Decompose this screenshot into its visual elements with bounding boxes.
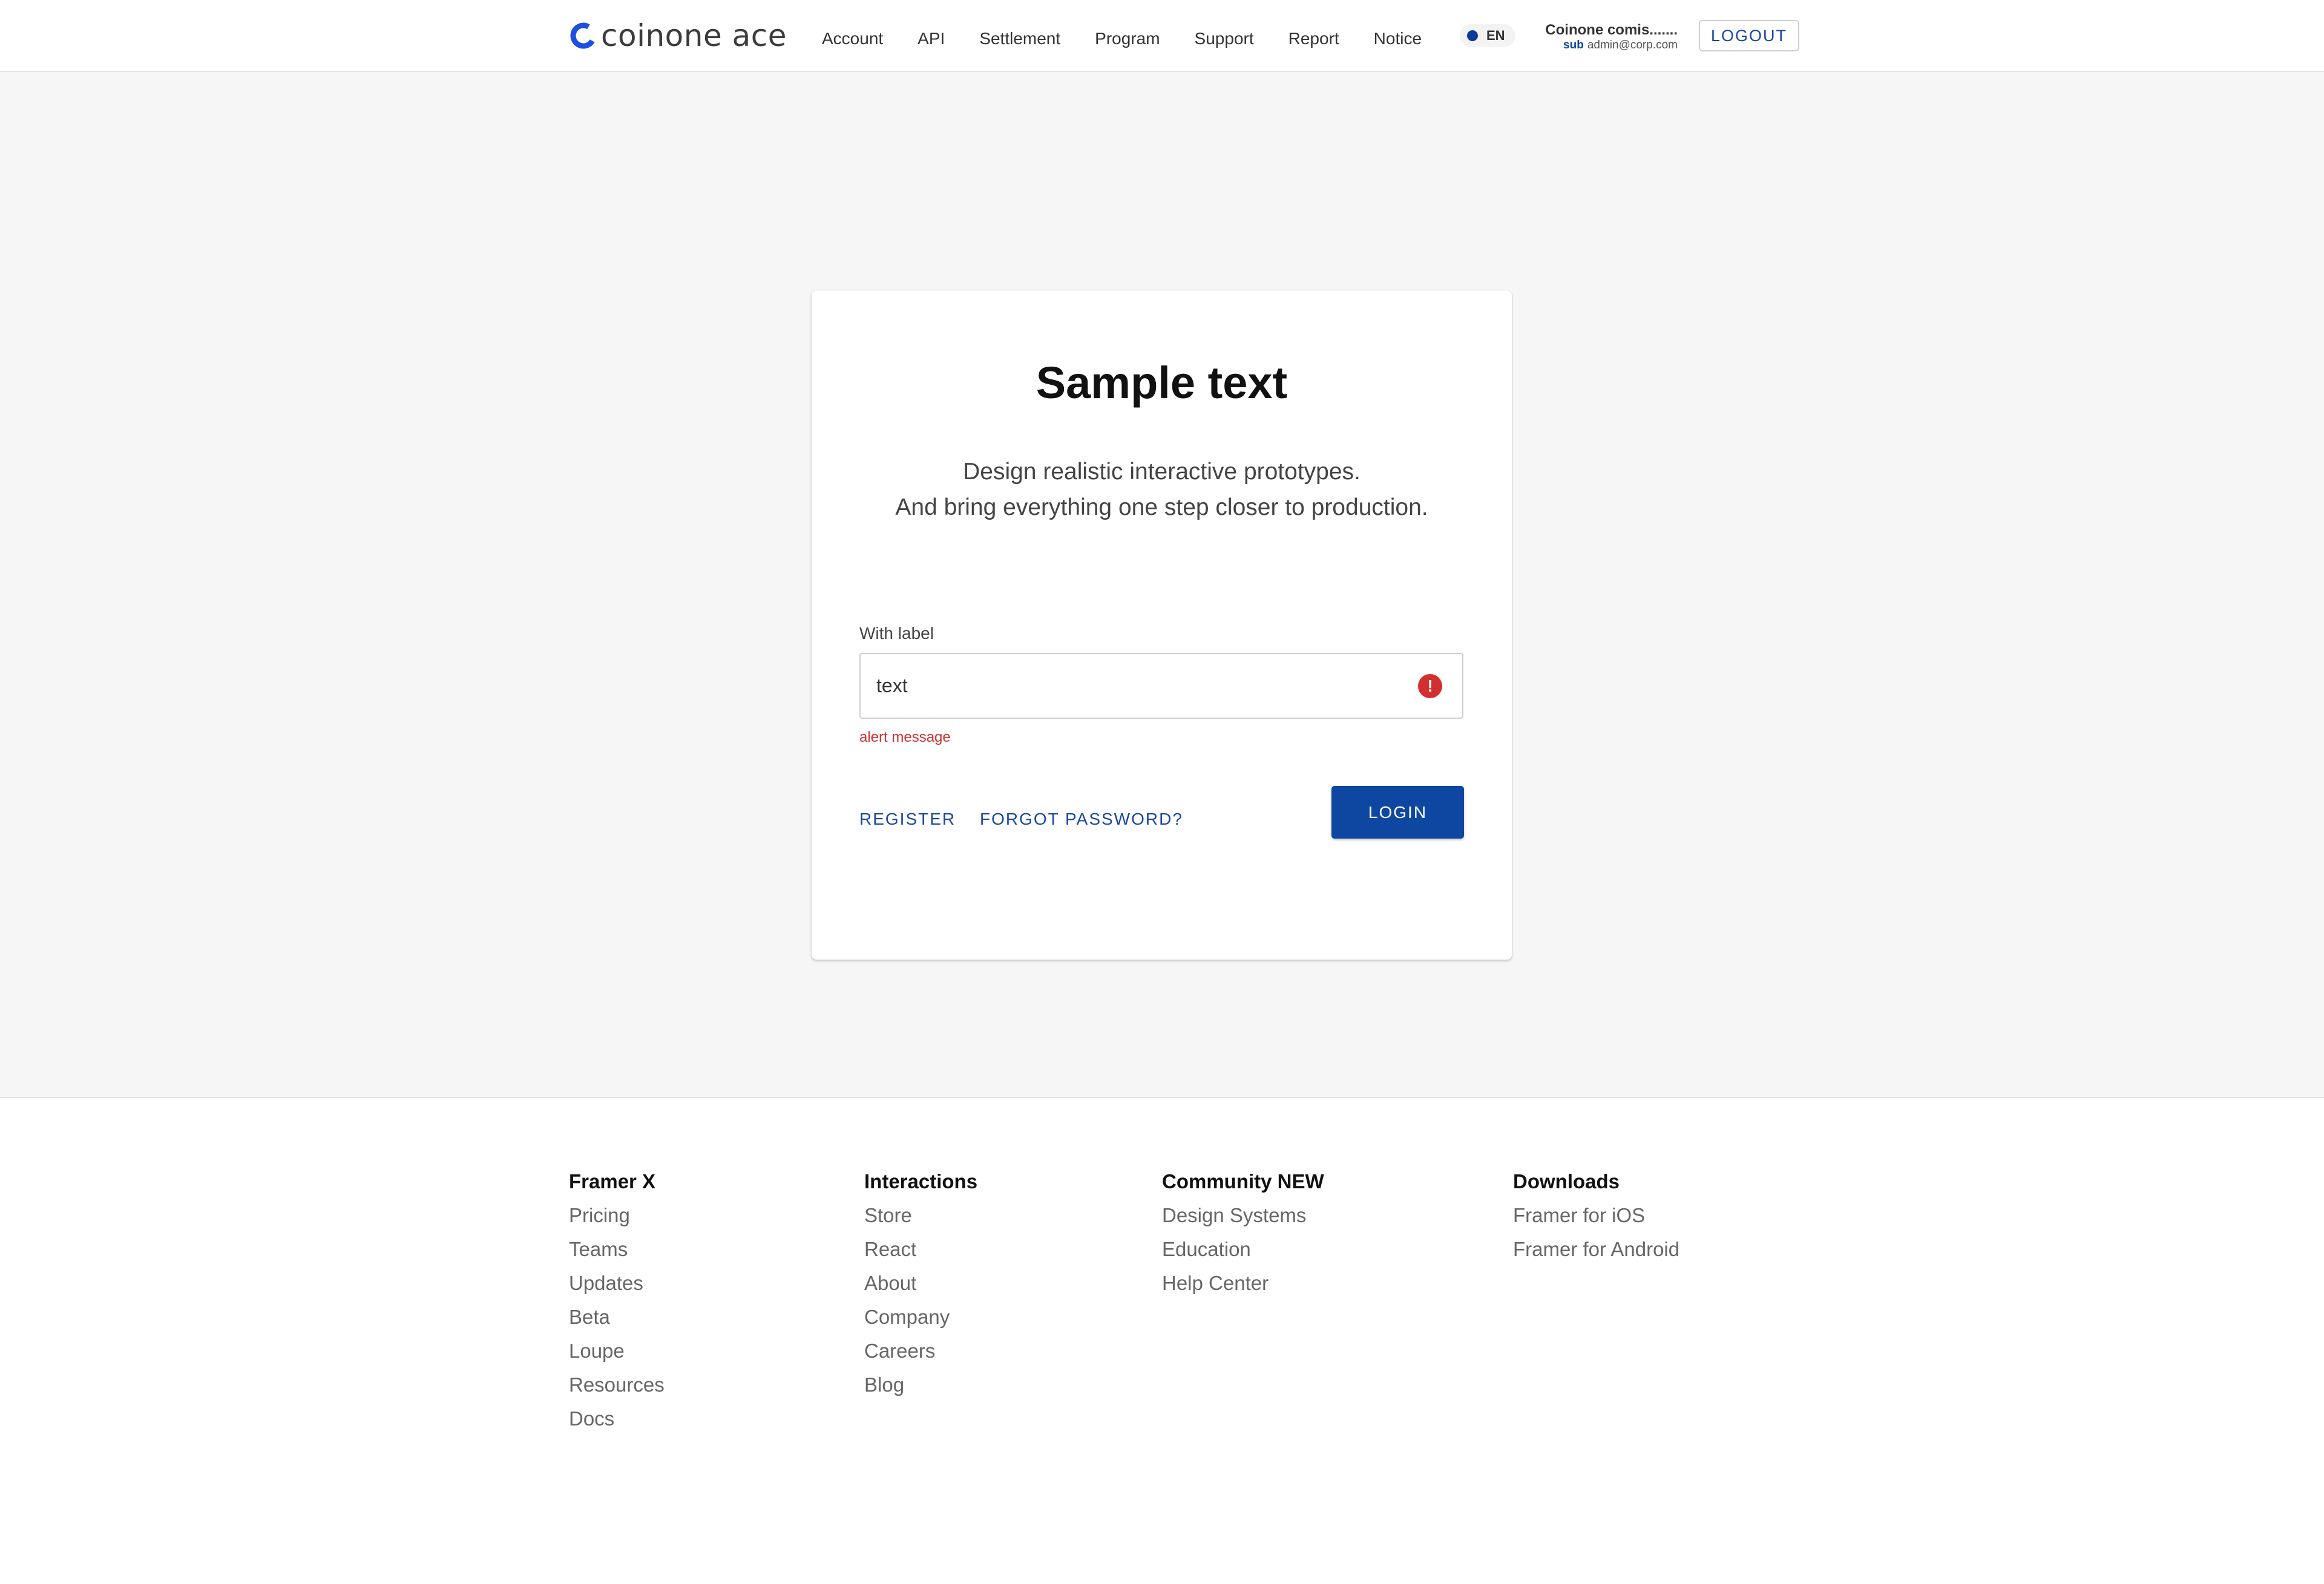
footer-link-framer-android[interactable]: Framer for Android bbox=[1513, 1237, 1679, 1262]
footer-column-community: Community NEW Design Systems Education H… bbox=[1162, 1170, 1324, 1305]
nav-notice[interactable]: Notice bbox=[1374, 27, 1422, 51]
footer-column-title: Framer X bbox=[569, 1170, 656, 1193]
footer-column-interactions: Interactions Store React About Company C… bbox=[864, 1170, 977, 1407]
footer-link-careers[interactable]: Careers bbox=[864, 1339, 977, 1363]
footer-column-title: Downloads bbox=[1513, 1170, 1620, 1193]
nav-support[interactable]: Support bbox=[1195, 27, 1254, 51]
card-title: Sample text bbox=[1036, 358, 1288, 408]
text-input-value: text bbox=[876, 675, 908, 696]
user-email: admin@corp.com bbox=[1587, 39, 1678, 51]
footer-column-title: Interactions bbox=[864, 1170, 978, 1193]
footer-link-loupe[interactable]: Loupe bbox=[569, 1339, 665, 1363]
field-alert-message: alert message bbox=[859, 729, 951, 745]
footer-link-docs[interactable]: Docs bbox=[569, 1407, 665, 1431]
footer-link-resources[interactable]: Resources bbox=[569, 1373, 665, 1397]
footer-link-help-center[interactable]: Help Center bbox=[1162, 1271, 1324, 1295]
footer-column-framer-x: Framer X Pricing Teams Updates Beta Loup… bbox=[569, 1170, 665, 1441]
footer-link-framer-ios[interactable]: Framer for iOS bbox=[1513, 1203, 1679, 1228]
footer-link-pricing[interactable]: Pricing bbox=[569, 1203, 665, 1228]
footer-link-beta[interactable]: Beta bbox=[569, 1305, 665, 1329]
language-label: EN bbox=[1486, 28, 1505, 43]
footer-column-title: Community NEW bbox=[1162, 1170, 1324, 1193]
footer-link-about[interactable]: About bbox=[864, 1271, 977, 1295]
footer-link-education[interactable]: Education bbox=[1162, 1237, 1324, 1262]
card-description: Design realistic interactive prototypes.… bbox=[812, 454, 1512, 525]
language-toggle[interactable]: EN bbox=[1460, 24, 1515, 47]
footer-link-blog[interactable]: Blog bbox=[864, 1373, 977, 1397]
footer-link-react[interactable]: React bbox=[864, 1237, 977, 1262]
field-label: With label bbox=[859, 624, 934, 643]
logout-button[interactable]: LOGOUT bbox=[1699, 20, 1799, 51]
login-button[interactable]: LOGIN bbox=[1331, 786, 1464, 839]
coinone-logo-icon bbox=[570, 22, 597, 50]
main-nav: Account API Settlement Program Support R… bbox=[822, 27, 1456, 51]
login-card: Sample text Design realistic interactive… bbox=[812, 290, 1512, 960]
nav-settlement[interactable]: Settlement bbox=[979, 27, 1060, 51]
text-input[interactable]: text ! bbox=[859, 653, 1463, 719]
nav-report[interactable]: Report bbox=[1288, 27, 1339, 51]
user-info: Coinone comis....... sub admin@corp.com bbox=[1536, 22, 1678, 52]
site-footer: Framer X Pricing Teams Updates Beta Loup… bbox=[0, 1098, 2324, 1584]
language-dot-icon bbox=[1467, 30, 1478, 41]
user-sub-line: sub admin@corp.com bbox=[1536, 39, 1678, 52]
footer-column-downloads: Downloads Framer for iOS Framer for Andr… bbox=[1513, 1170, 1679, 1271]
main-content: Sample text Design realistic interactive… bbox=[0, 72, 2324, 1098]
logo-text: coinone ace bbox=[601, 18, 787, 53]
footer-link-design-systems[interactable]: Design Systems bbox=[1162, 1203, 1324, 1228]
nav-program[interactable]: Program bbox=[1095, 27, 1160, 51]
user-name: Coinone comis....... bbox=[1545, 22, 1678, 38]
footer-link-teams[interactable]: Teams bbox=[569, 1237, 665, 1262]
top-header: coinone ace Account API Settlement Progr… bbox=[0, 0, 2324, 72]
nav-account[interactable]: Account bbox=[822, 27, 883, 51]
footer-link-updates[interactable]: Updates bbox=[569, 1271, 665, 1295]
footer-link-store[interactable]: Store bbox=[864, 1203, 977, 1228]
nav-api[interactable]: API bbox=[917, 27, 945, 51]
register-link[interactable]: REGISTER bbox=[859, 810, 956, 829]
brand-logo[interactable]: coinone ace bbox=[570, 18, 787, 53]
forgot-password-link[interactable]: FORGOT PASSWORD? bbox=[980, 810, 1183, 829]
footer-link-company[interactable]: Company bbox=[864, 1305, 977, 1329]
user-sub-tag: sub bbox=[1563, 39, 1584, 51]
error-alert-icon: ! bbox=[1418, 674, 1442, 698]
card-description-line-1: Design realistic interactive prototypes. bbox=[963, 459, 1361, 485]
card-description-line-2: And bring everything one step closer to … bbox=[895, 494, 1428, 520]
